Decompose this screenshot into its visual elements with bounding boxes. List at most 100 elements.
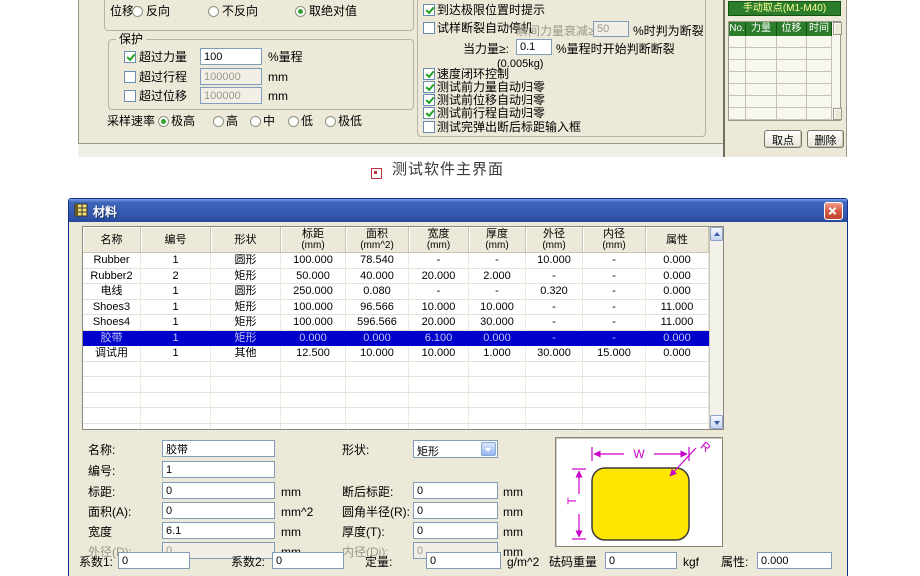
zero-force-checkbox[interactable] [423,81,435,93]
materials-table: 名称编号形状标距(mm)面积(mm^2)宽度(mm)厚度(mm)外径(mm)内径… [82,226,724,430]
table-cell: Shoes3 [83,300,141,316]
points-column-header: 时间 [807,22,832,36]
table-cell: 6.100 [409,331,469,347]
over-stroke-input[interactable] [200,68,262,85]
points-scroll-up-button[interactable] [833,22,842,35]
over-force-checkbox[interactable] [124,51,136,63]
column-header[interactable]: 宽度(mm) [409,227,469,253]
column-header[interactable]: 标距(mm) [281,227,346,253]
shape-select[interactable]: 矩形 [413,440,498,458]
table-cell: - [526,331,583,347]
table-row[interactable]: 胶带1矩形0.0000.0006.1000.000--0.000 [83,331,723,347]
table-row[interactable]: 电线1圆形250.0000.080--0.320-0.000 [83,284,723,300]
radio-rate-high[interactable] [213,116,224,127]
grammage-input[interactable] [426,552,501,569]
over-disp-unit: mm [268,89,288,103]
zero-stroke-checkbox[interactable] [423,107,435,119]
points-cell [746,96,777,108]
table-cell [346,424,409,431]
force-judge-input[interactable] [516,39,552,55]
table-row-empty [83,424,723,431]
radio-no-reverse-label: 不反向 [222,4,258,18]
over-force-input[interactable] [200,48,262,65]
column-header[interactable]: 属性 [646,227,709,253]
popup-gauge-checkbox[interactable] [423,121,435,133]
table-cell: 1 [141,253,211,269]
diagram-thickness-label: T [565,497,579,505]
thickness-input[interactable] [413,522,498,539]
column-header[interactable]: 内径(mm) [583,227,646,253]
points-scroll-down-button[interactable] [833,108,842,120]
radio-rate-lowest[interactable] [325,116,336,127]
points-cell [729,60,746,72]
name-input[interactable] [162,440,275,457]
radio-rate-highest[interactable] [158,116,169,127]
column-header[interactable]: 编号 [141,227,211,253]
over-stroke-checkbox[interactable] [124,71,136,83]
coef1-input[interactable] [118,552,190,569]
table-row[interactable]: Shoes41矩形100.000596.56620.00030.000--11.… [83,315,723,331]
points-cell [729,48,746,60]
delete-point-button[interactable]: 删除 [807,130,844,148]
column-header[interactable]: 面积(mm^2) [346,227,409,253]
materials-icon [74,203,88,217]
table-cell: 矩形 [211,269,281,285]
dialog-titlebar[interactable]: 材料 [69,199,847,222]
table-cell: Shoes4 [83,315,141,331]
pick-point-button[interactable]: 取点 [764,130,802,148]
width-input[interactable] [162,522,275,539]
table-row[interactable]: Rubber1圆形100.00078.540--10.000-0.000 [83,253,723,269]
table-cell: - [469,284,526,300]
table-cell [346,408,409,424]
scroll-up-button[interactable] [710,227,723,241]
corner-radius-label: 圆角半径(R): [342,505,410,519]
table-cell: 20.000 [409,269,469,285]
break-gauge-input[interactable] [413,482,498,499]
materials-table-scrollbar[interactable] [709,227,723,429]
radio-rate-mid[interactable] [250,116,261,127]
over-disp-input[interactable] [200,87,262,104]
property-input[interactable] [757,552,832,569]
table-row[interactable]: 调试用1其他12.50010.00010.0001.00030.00015.00… [83,346,723,362]
table-row[interactable]: Shoes31矩形100.00096.56610.00010.000--11.0… [83,300,723,316]
over-disp-checkbox[interactable] [124,90,136,102]
speed-loop-checkbox[interactable] [423,68,435,80]
grammage-unit: g/m^2 [507,555,539,569]
diagram-width-label: W [633,447,645,461]
weight-input[interactable] [605,552,677,569]
points-column-header: No. [729,22,746,36]
points-column-header: 位移 [777,22,807,36]
break-cond-input[interactable] [593,21,629,37]
limit-prompt-checkbox[interactable] [423,4,435,16]
break-gauge-label: 断后标距: [342,485,393,499]
area-input[interactable] [162,502,275,519]
number-input[interactable] [162,461,275,478]
column-header[interactable]: 名称 [83,227,141,253]
radio-rate-low[interactable] [288,116,299,127]
radio-absolute[interactable] [295,6,306,17]
speed-loop-label: 速度闭环控制 [437,67,509,81]
radio-no-reverse[interactable] [208,6,219,17]
column-header[interactable]: 外径(mm) [526,227,583,253]
close-icon[interactable] [824,202,843,220]
weight-label: 砝码重量 [549,555,597,569]
corner-radius-input[interactable] [413,502,498,519]
table-cell: 1 [141,315,211,331]
radio-reverse[interactable] [132,6,143,17]
points-cell [777,48,807,60]
manual-points-panel: 手动取点(M1-M40) No.力量位移时间 取点 删除 [723,0,847,157]
scroll-down-button[interactable] [710,415,723,429]
break-stop-checkbox[interactable] [423,22,435,34]
chevron-down-icon[interactable] [481,442,496,456]
coef2-input[interactable] [272,552,344,569]
width-unit: mm [281,525,301,539]
zero-disp-checkbox[interactable] [423,94,435,106]
table-cell: 0.000 [646,331,709,347]
column-header[interactable]: 厚度(mm) [469,227,526,253]
area-label: 面积(A): [88,505,131,519]
area-unit: mm^2 [281,505,313,519]
table-row[interactable]: Rubber22矩形50.00040.00020.0002.000--0.000 [83,269,723,285]
gauge-input[interactable] [162,482,275,499]
column-header[interactable]: 形状 [211,227,281,253]
table-cell: 11.000 [646,300,709,316]
